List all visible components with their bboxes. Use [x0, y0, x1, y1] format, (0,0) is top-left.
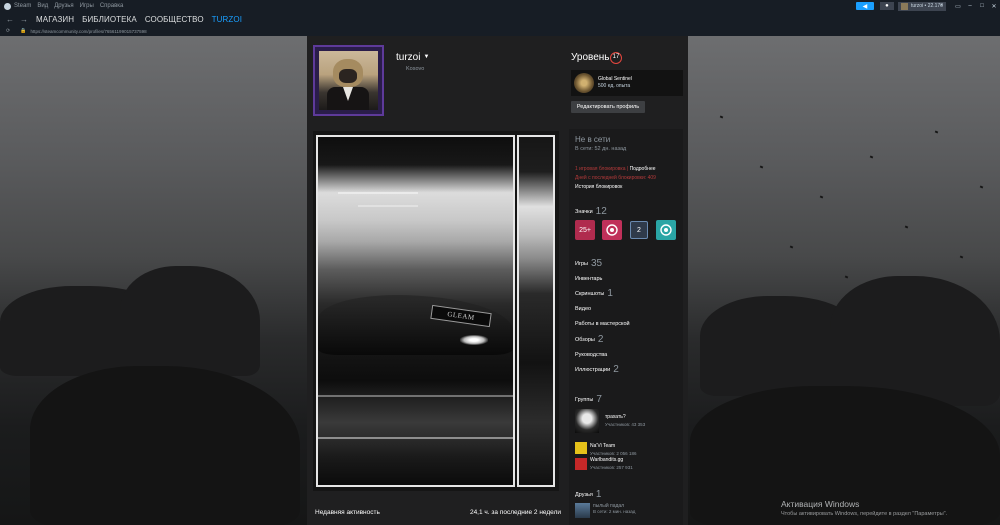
ban-text: 1 игровая блокировка: [575, 166, 626, 172]
badges-label: Значки: [575, 208, 593, 215]
group-members: Участников: 257 931: [590, 465, 633, 470]
group-members: Участников: 43 353: [605, 422, 646, 427]
group-members: Участников: 2 056 186: [590, 451, 637, 456]
games-count: 35: [590, 258, 603, 269]
games-label: Игры: [575, 260, 588, 267]
friends-label: Друзья: [575, 491, 593, 498]
steam-sale-badge-icon[interactable]: [656, 220, 676, 240]
nav-community[interactable]: СООБЩЕСТВО: [145, 15, 204, 24]
artwork-label: Иллюстрации: [575, 366, 611, 373]
workshop-link[interactable]: Работы в мастерской: [575, 321, 630, 327]
wb-group-avatar[interactable]: [575, 458, 587, 470]
menu-friends[interactable]: Друзья: [54, 3, 73, 9]
friends-count: 1: [595, 489, 602, 500]
chevron-down-icon[interactable]: ▼: [423, 54, 429, 60]
guides-link[interactable]: Руководства: [575, 352, 607, 358]
profile-name[interactable]: turzoi ▼: [396, 52, 429, 63]
badges-count: 12: [595, 206, 607, 217]
global-sentinel-badge-icon: [574, 73, 594, 93]
videos-link[interactable]: Видео: [575, 306, 591, 312]
ban-status: 1 игровая блокировка | Подробнее: [575, 166, 656, 172]
maximize-icon[interactable]: □: [976, 3, 988, 9]
account-label: turzoi • 22.17₴: [910, 3, 943, 9]
group-avatar[interactable]: [575, 409, 599, 433]
pug-avatar-image: [319, 51, 378, 110]
groups-link[interactable]: Группы 7: [575, 394, 602, 405]
groups-label: Группы: [575, 396, 594, 403]
nav-store[interactable]: МАГАЗИН: [36, 15, 74, 24]
notifications-button[interactable]: ●: [879, 2, 894, 10]
friends-link[interactable]: Друзья 1: [575, 489, 601, 500]
inventory-link[interactable]: Инвентарь: [575, 276, 602, 282]
years-of-service-badge-icon[interactable]: 25+: [575, 220, 595, 240]
navi-group-avatar[interactable]: [575, 442, 587, 454]
profile-avatar[interactable]: [313, 45, 384, 116]
badge-name: Global Sentinel: [598, 76, 632, 82]
ban-history-link[interactable]: История блокировок: [575, 184, 622, 190]
ban-more-link[interactable]: Подробнее: [630, 166, 656, 172]
screenshots-count: 1: [607, 288, 613, 299]
group-name[interactable]: трахать?: [605, 414, 626, 420]
reviews-count: 2: [597, 334, 604, 345]
big-picture-icon[interactable]: ▭: [952, 3, 964, 10]
megaphone-icon: ◀: [862, 3, 868, 10]
menu-games[interactable]: Игры: [80, 3, 94, 9]
url-text[interactable]: https://steamcommunity.com/profiles/7656…: [30, 29, 146, 34]
profile-name-text: turzoi: [396, 52, 421, 63]
account-menu[interactable]: turzoi • 22.17₴: [897, 1, 946, 11]
artwork-count: 2: [613, 364, 619, 375]
groups-count: 7: [596, 394, 602, 405]
showcase-artwork-main[interactable]: GLEAM: [316, 135, 515, 487]
screenshots-label: Скриншоты: [575, 290, 605, 297]
community-badge-icon[interactable]: 2: [630, 221, 648, 239]
recent-activity-label: Недавняя активность: [315, 509, 380, 516]
steam-client-window: Steam Вид Друзья Игры Справка ◀ ● turzoi…: [0, 0, 1000, 525]
screenshots-link[interactable]: Скриншоты 1: [575, 288, 613, 299]
online-status: Не в сети: [575, 135, 611, 144]
title-bar: Steam Вид Друзья Игры Справка ◀ ● turzoi…: [0, 0, 1000, 12]
menu-help[interactable]: Справка: [100, 3, 124, 9]
lock-icon: 🔒: [20, 28, 27, 34]
steam-logo-icon: [4, 2, 11, 10]
recent-activity-bar: Недавняя активность 24,1 ч. за последние…: [311, 506, 563, 520]
badge-xp: 500 ед. опыта: [598, 83, 631, 89]
favorite-badge[interactable]: Global Sentinel 500 ед. опыта: [571, 70, 683, 96]
steam-award-badge-icon[interactable]: [602, 220, 622, 240]
group-name[interactable]: Warlbandits.gg: [590, 457, 623, 463]
badges-link[interactable]: Значки 12: [575, 206, 607, 217]
reviews-label: Обзоры: [575, 336, 595, 343]
profile-location: Kosovo: [406, 66, 425, 72]
main-nav: ← → МАГАЗИН БИБЛИОТЕКА СООБЩЕСТВО TURZOI: [0, 12, 1000, 26]
recent-activity-hours: 24,1 ч. за последние 2 недели: [469, 509, 561, 516]
steam-menu-label: Steam: [14, 3, 32, 9]
windows-activation-sub: Чтобы активировать Windows, перейдите в …: [781, 511, 948, 517]
back-arrow-icon[interactable]: ←: [6, 15, 14, 24]
games-link[interactable]: Игры 35: [575, 258, 602, 269]
close-icon[interactable]: ✕: [988, 3, 1000, 10]
edit-profile-button[interactable]: Редактировать профиль: [571, 101, 645, 113]
group-name[interactable]: Na'Vi Team: [590, 443, 615, 449]
reload-icon[interactable]: ⟳: [6, 28, 10, 34]
menu-view[interactable]: Вид: [37, 3, 48, 9]
minimize-icon[interactable]: –: [964, 3, 976, 9]
nav-library[interactable]: БИБЛИОТЕКА: [82, 15, 137, 24]
nav-profile[interactable]: TURZOI: [212, 15, 242, 24]
friend-status: В сети: 2 мин. назад: [593, 509, 636, 514]
steam-menu[interactable]: Steam: [4, 2, 32, 10]
user-avatar: [900, 2, 908, 10]
friend-avatar[interactable]: [575, 503, 590, 518]
level-label: Уровень: [571, 52, 610, 63]
artwork-link[interactable]: Иллюстрации 2: [575, 364, 619, 375]
last-online: В сети: 52 дн. назад: [575, 146, 627, 152]
windows-activation-title: Активация Windows: [781, 499, 860, 509]
bell-icon: ●: [885, 3, 889, 9]
titlebar-controls: ◀ ● turzoi • 22.17₴ ▭ – □ ✕: [855, 0, 1000, 12]
forward-arrow-icon[interactable]: →: [20, 15, 28, 24]
level-badge[interactable]: 17: [610, 52, 622, 64]
announcement-button[interactable]: ◀: [855, 2, 874, 10]
url-bar: ⟳ 🔒 https://steamcommunity.com/profiles/…: [0, 26, 1000, 36]
showcase-artwork-side[interactable]: [517, 135, 555, 487]
reviews-link[interactable]: Обзоры 2: [575, 334, 603, 345]
ban-days: Дней с последней блокировки: 409: [575, 175, 656, 181]
